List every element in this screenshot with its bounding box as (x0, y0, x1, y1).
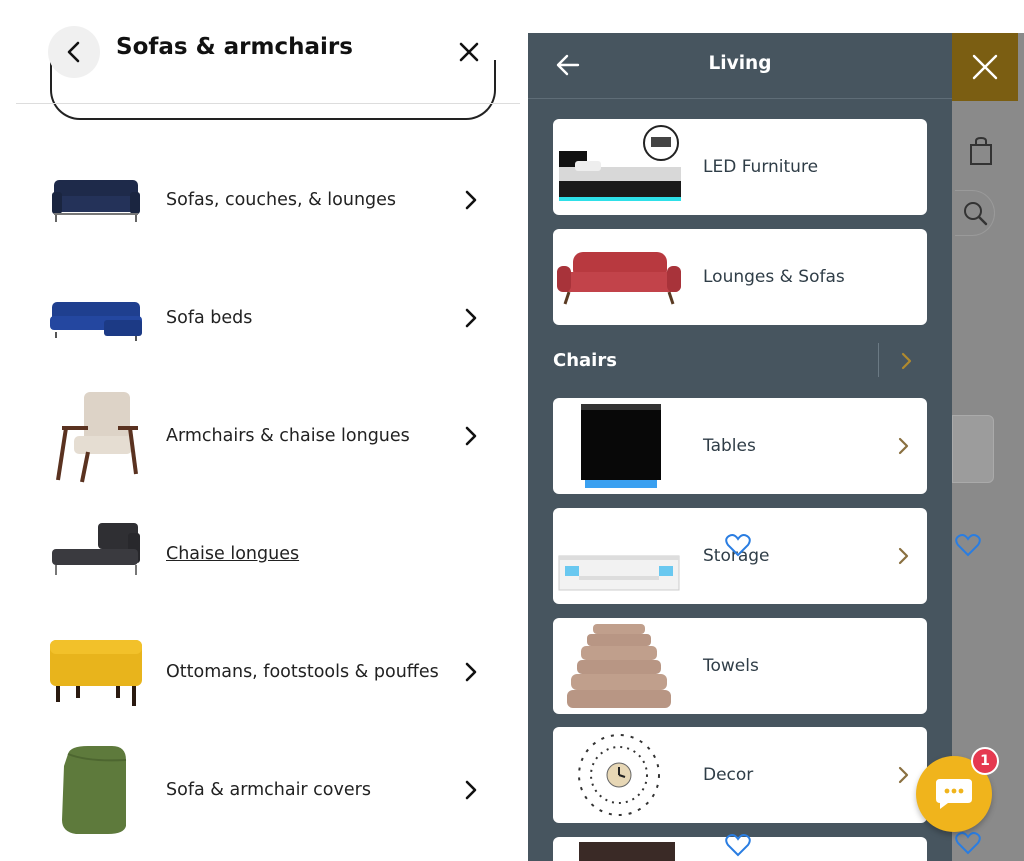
drawer-close-button[interactable] (952, 33, 1018, 101)
menu-card-label: Towels (703, 656, 759, 676)
menu-card-label: Decor (703, 765, 754, 785)
menu-card-label: LED Furniture (703, 157, 819, 177)
partial-thumbnail (579, 842, 675, 861)
sofa-thumbnail (48, 152, 144, 248)
drawer-title: Living (708, 53, 772, 74)
menu-card-decor[interactable]: Decor (553, 727, 927, 823)
chevron-right-icon (465, 780, 477, 800)
search-icon (963, 202, 987, 226)
chevron-right-icon (898, 547, 909, 565)
notification-badge: 1 (971, 747, 999, 775)
chevron-right-icon (898, 437, 909, 455)
wishlist-heart-icon[interactable] (725, 533, 751, 557)
chevron-right-icon (898, 766, 909, 784)
section-header-chairs[interactable]: Chairs (553, 350, 617, 371)
red-sofa-thumbnail (553, 229, 685, 325)
wishlist-heart-icon[interactable] (725, 833, 751, 857)
towels-thumbnail (553, 618, 685, 714)
ottoman-thumbnail (48, 624, 144, 720)
category-label: Sofa & armchair covers (166, 780, 371, 800)
chevron-right-icon (465, 426, 477, 446)
led-bed-thumbnail (553, 119, 685, 215)
back-button[interactable] (48, 26, 100, 78)
menu-card-label: Tables (703, 436, 756, 456)
category-label: Sofa beds (166, 308, 253, 328)
wishlist-heart-icon[interactable] (955, 831, 981, 855)
cover-thumbnail (48, 742, 144, 838)
wall-clock-thumbnail (553, 727, 685, 823)
category-row-chaise-longues[interactable]: Chaise longues (48, 504, 488, 604)
menu-card-label: Lounges & Sofas (703, 267, 845, 287)
background-card (952, 415, 994, 483)
category-row-sofas[interactable]: Sofas, couches, & lounges (48, 150, 488, 250)
category-panel: Sofas & armchairs Sofas, couches, & loun… (0, 0, 528, 861)
category-row-sofa-beds[interactable]: Sofa beds (48, 268, 488, 368)
search-field-outline[interactable] (50, 60, 496, 120)
category-label: Ottomans, footstools & pouffes (166, 662, 439, 682)
category-label: Armchairs & chaise longues (166, 426, 410, 446)
category-row-ottomans[interactable]: Ottomans, footstools & pouffes (48, 622, 488, 722)
header-divider (16, 103, 520, 104)
chevron-right-icon[interactable] (900, 352, 912, 370)
close-icon (972, 54, 998, 80)
living-menu-drawer: Living LED Furniture Lounges & Sofas Cha… (528, 33, 952, 861)
menu-card-led-furniture[interactable]: LED Furniture (553, 119, 927, 215)
chevron-right-icon (465, 308, 477, 328)
menu-card-lounges-sofas[interactable]: Lounges & Sofas (553, 229, 927, 325)
section-divider (878, 343, 879, 377)
category-row-armchairs[interactable]: Armchairs & chaise longues (48, 386, 488, 486)
sofa-bed-thumbnail (48, 270, 144, 366)
tv-unit-thumbnail (553, 508, 685, 604)
chat-bubble-icon (936, 779, 972, 809)
category-label: Sofas, couches, & lounges (166, 190, 397, 210)
drawer-header: Living (528, 33, 952, 99)
shopping-bag-icon[interactable] (968, 136, 994, 166)
menu-card-towels[interactable]: Towels (553, 618, 927, 714)
chevron-right-icon (465, 662, 477, 682)
chaise-thumbnail (48, 506, 144, 602)
table-thumbnail (553, 398, 685, 494)
menu-card-tables[interactable]: Tables (553, 398, 927, 494)
wishlist-heart-icon[interactable] (955, 533, 981, 557)
category-row-covers[interactable]: Sofa & armchair covers (48, 740, 488, 840)
armchair-thumbnail (48, 388, 144, 484)
chevron-left-icon (67, 41, 80, 63)
category-label: Chaise longues (166, 544, 300, 564)
chevron-right-icon (465, 190, 477, 210)
page-title: Sofas & armchairs (116, 34, 353, 60)
close-icon[interactable] (455, 38, 483, 66)
